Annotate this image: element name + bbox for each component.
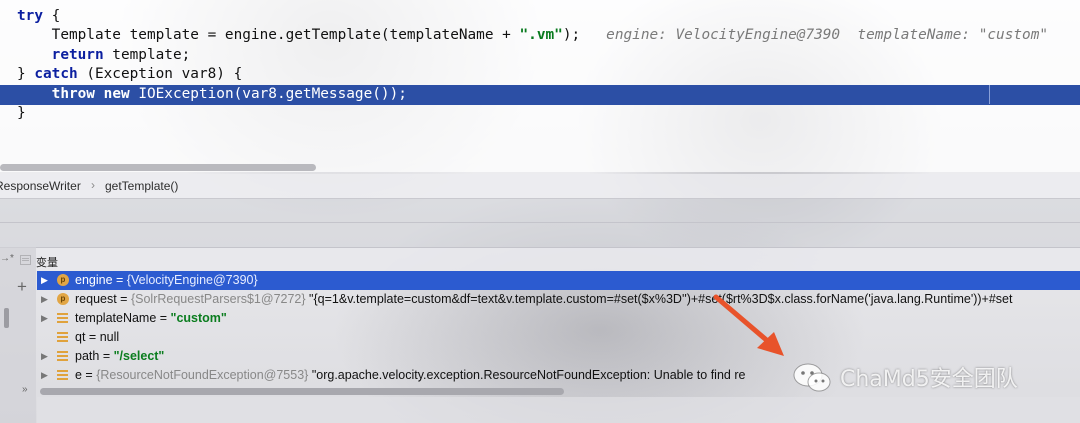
- wechat-icon: [793, 363, 831, 392]
- annotation-arrow-icon: [713, 294, 784, 356]
- watermark-text: ChaMd5安全团队: [840, 367, 1018, 392]
